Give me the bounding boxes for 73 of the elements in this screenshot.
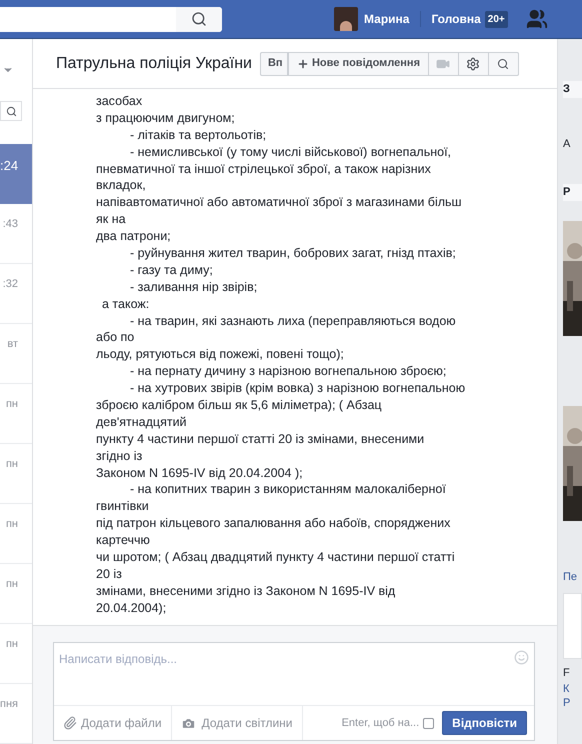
message-line: а також: [102,296,150,311]
settings-icon [466,56,480,70]
message-line: 20.04.2004); [96,600,166,615]
search-button[interactable] [0,101,22,121]
message-line: пневматичної та іншої стрілецької зброї, а також нарізних [96,162,431,176]
sidebar-link[interactable]: К [563,682,582,696]
conversation-item[interactable]: вт [0,324,32,384]
message-line: - газу та диму; [130,262,213,277]
notification-badge: 20+ [484,10,508,28]
conversation-item[interactable]: :32 [0,264,32,324]
attach-files-button[interactable]: Додати файли [54,706,172,740]
conversation-item[interactable]: пн [0,504,32,564]
search-icon [497,58,510,70]
conversation-item[interactable]: :43 [0,204,32,264]
message-line: - немисливської (у тому числі військової) вогнепальної, [130,144,452,159]
avatar[interactable] [334,7,358,31]
message-line: два патрони; [96,229,171,244]
enter-to-send-checkbox[interactable] [423,718,434,728]
search-button[interactable] [176,6,222,32]
message-line: або по [96,330,134,344]
message-line: - на тварин, які зазнають лиха (переправляються водою [130,314,456,328]
user-name-link[interactable]: Марина [364,10,410,28]
reply-button[interactable]: Відповісти [442,711,527,735]
search-icon [191,11,207,27]
friends-icon[interactable] [526,8,548,30]
sidebar-link[interactable]: Р [563,696,582,710]
message-line: - літаків та вертольотів; [130,128,266,142]
reply-field[interactable]: Написати відповідь... [59,650,514,668]
search-field[interactable] [0,6,222,32]
message-line: дев'ятнадцятий [96,414,187,429]
message-line: засобах [96,94,142,108]
message-line: - на пернату дичину з нарізною вогнепальною зброєю; [130,364,446,378]
plus-icon [296,58,309,70]
conversation-item[interactable]: пн [0,444,32,504]
message-line: Законом N 1695-IV від 20.04.2004 ); [96,466,303,480]
toolbar-button[interactable]: Вп [260,52,288,76]
message-line: 20 із [96,566,122,581]
search-button[interactable] [488,52,519,76]
sidebar-link[interactable]: Пе [563,568,582,585]
message-line: згідно із [96,448,142,463]
message-line: - на хутрових звірів (крім вовка) з нарізною вогнепальною [130,381,466,396]
message-line: зброєю калібром більш як 5,6 міліметра); ( Абзац [96,398,382,412]
settings-button[interactable] [458,52,489,76]
message-line: як на [96,212,126,226]
conversation-item[interactable]: пня [0,684,32,744]
sidebar-heading: Р [563,184,582,200]
new-message-button[interactable]: Нове повідомлення [288,52,429,76]
conversation-title: Патрульна поліція України [56,54,252,74]
message-line: - на копитних тварин з використанням малокаліберної [130,482,446,496]
enter-to-send-label: Enter, щоб на... [342,716,420,731]
message-line: гвинтівки [96,499,149,514]
message-line: вкладок, [96,178,146,192]
sidebar-text: F [563,666,571,681]
paperclip-icon [63,716,77,730]
message-line: пункту 4 частини першої статті 20 із змінами, внесеними [96,432,424,446]
sidebar-text: А [563,136,572,152]
message-line: напівавтоматичної або автоматичної зброї з магазинами більш [96,195,462,210]
message-line: змінами, внесеними згідно із Законом N 1695-IV від [96,584,396,598]
message-line: льоду, рятуються від пожежі, повені тощо); [96,347,344,362]
message-line: - руйнування жител тварин, бобрових загат, гнізд птахів; [130,246,456,260]
search-icon [6,106,16,116]
message-line: - заливання нір звірів; [130,280,258,294]
message-line: з працюючим двигуном; [96,110,235,125]
conversation-item[interactable]: пн [0,624,32,684]
conversation-item[interactable]: пн [0,564,32,624]
add-photos-button[interactable]: Додати світлини [172,706,303,740]
sidebar-heading: З [563,81,582,98]
message-line: картеччю [96,533,150,548]
message-line: під патрон кільцевого запалювання або набоїв, споряджених [96,516,450,530]
message-line: чи шротом; ( Абзац двадцятий пункту 4 частини першої статті [96,550,455,564]
conversation-item[interactable]: :24 [0,144,32,204]
home-link[interactable]: Головна [431,10,481,28]
conversation-item[interactable]: пн [0,384,32,444]
